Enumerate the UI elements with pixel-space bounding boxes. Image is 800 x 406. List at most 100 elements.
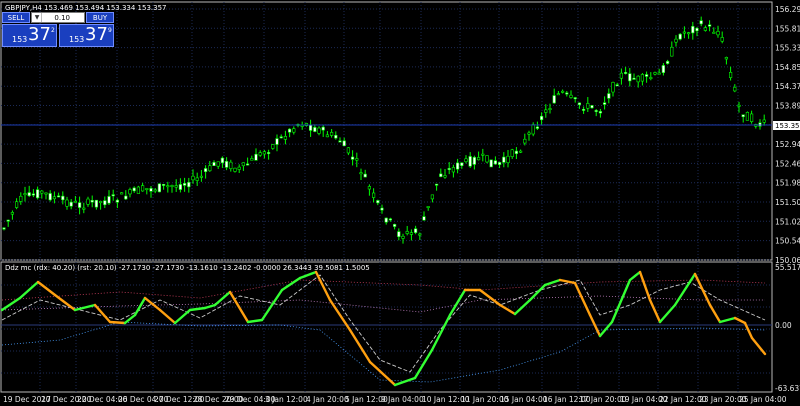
candle-body [225, 161, 229, 168]
candle-body [15, 201, 19, 208]
candle-body [145, 188, 149, 190]
candle-body [136, 186, 141, 194]
candle-body [69, 201, 73, 207]
candle-body [594, 110, 598, 112]
price-axis-label: 153.890 [775, 102, 800, 111]
candle-body [468, 156, 472, 167]
candle-body [199, 175, 204, 178]
candle-body [527, 132, 531, 135]
candle-body [430, 194, 435, 200]
price-axis-label: 150.540 [775, 237, 800, 246]
candle-body [283, 136, 288, 140]
price-axis-label: 156.290 [775, 5, 800, 14]
candle-body [544, 109, 548, 113]
candle-body [447, 168, 451, 170]
price-axis: 156.290 155.810 155.330 154.850 154.370 153.8… [775, 5, 800, 265]
candle-body [388, 218, 393, 221]
candle-body [52, 196, 56, 200]
candle-body [162, 184, 166, 186]
candle-body [590, 105, 594, 109]
candle-body [615, 84, 619, 87]
candle-body [733, 86, 737, 92]
candle-body [506, 155, 510, 163]
candle-body [413, 228, 418, 233]
candle-body [212, 162, 216, 166]
lot-size-value: 0.10 [54, 14, 70, 22]
candle-body [329, 132, 334, 136]
buy-price-main: 37 [85, 24, 108, 45]
candle-body [317, 127, 321, 134]
candle-body [619, 72, 623, 79]
candle-body [720, 37, 724, 42]
candle-body [73, 200, 77, 203]
candle-body [691, 26, 695, 34]
indicator-frame[interactable] [0, 261, 773, 393]
time-axis-label: 3 Jan 12:00 [265, 395, 308, 404]
candle-body [6, 219, 10, 222]
candle-body [174, 185, 178, 188]
candle-body [581, 109, 586, 111]
candle-body [745, 112, 749, 121]
candle-body [216, 161, 220, 167]
candle-body [607, 93, 611, 99]
candle-body [497, 162, 502, 165]
candle-body [623, 72, 628, 74]
time-axis-label: 15 Jan 04:00 [500, 395, 548, 404]
candle-body [455, 162, 460, 170]
time-axis-label: 9 Jan 04:00 [381, 395, 424, 404]
buy-price-button[interactable]: 153 37 9 [59, 24, 114, 47]
candle-body [187, 182, 191, 188]
indicator-main-segment [108, 320, 127, 325]
candle-body [120, 192, 124, 195]
candle-body [451, 167, 456, 173]
candle-body [573, 97, 577, 100]
candle-body [107, 196, 111, 204]
price-axis-label: 151.020 [775, 217, 800, 226]
candle-body [2, 227, 6, 230]
candle-body [699, 20, 703, 25]
candle-body [233, 167, 237, 172]
trading-terminal: GBPJPY,H4 153.469 153.494 153.334 153.35… [0, 0, 800, 406]
candle-body [380, 207, 384, 211]
candle-body [237, 166, 241, 170]
buy-button[interactable]: BUY [86, 12, 114, 23]
candle-body [367, 186, 372, 190]
candle-body [78, 202, 82, 208]
indicator-header: Ddz mc (rdx: 40.20) (rst: 20.10) -27.173… [5, 264, 370, 272]
chevron-down-icon[interactable]: ▼ [33, 13, 42, 22]
candle-body [346, 147, 351, 154]
candle-body [426, 206, 430, 208]
candle-body [195, 177, 199, 181]
candle-body [149, 188, 153, 192]
indicator-axis-zero: 0.00 [775, 321, 792, 330]
candle-body [670, 46, 674, 57]
candle-body [598, 111, 602, 114]
sell-button[interactable]: SELL [2, 12, 30, 23]
candle-body [514, 150, 518, 154]
candle-body [246, 163, 250, 166]
candle-body [325, 134, 330, 138]
candle-body [204, 168, 208, 172]
price-axis-label: 151.500 [775, 198, 800, 207]
lot-size-input[interactable]: ▼ 0.10 [31, 12, 85, 23]
candle-body [321, 126, 325, 131]
candle-body [241, 162, 246, 167]
candle-body [565, 92, 569, 95]
candle-body [86, 198, 90, 205]
candle-body [640, 74, 644, 82]
candle-body [418, 233, 422, 236]
candle-body [128, 189, 132, 195]
candle-body [649, 77, 653, 79]
candle-body [577, 102, 581, 106]
candle-body [115, 199, 119, 203]
candle-body [124, 195, 128, 200]
candle-body [132, 187, 136, 192]
sell-price-button[interactable]: 153 37 2 [2, 24, 57, 47]
sell-price-sup: 2 [51, 27, 55, 34]
candle-body [384, 217, 388, 223]
candle-body [531, 124, 535, 135]
candle-body [539, 115, 544, 121]
candle-body [405, 231, 409, 234]
candle-body [686, 32, 691, 35]
candle-body [48, 193, 52, 201]
